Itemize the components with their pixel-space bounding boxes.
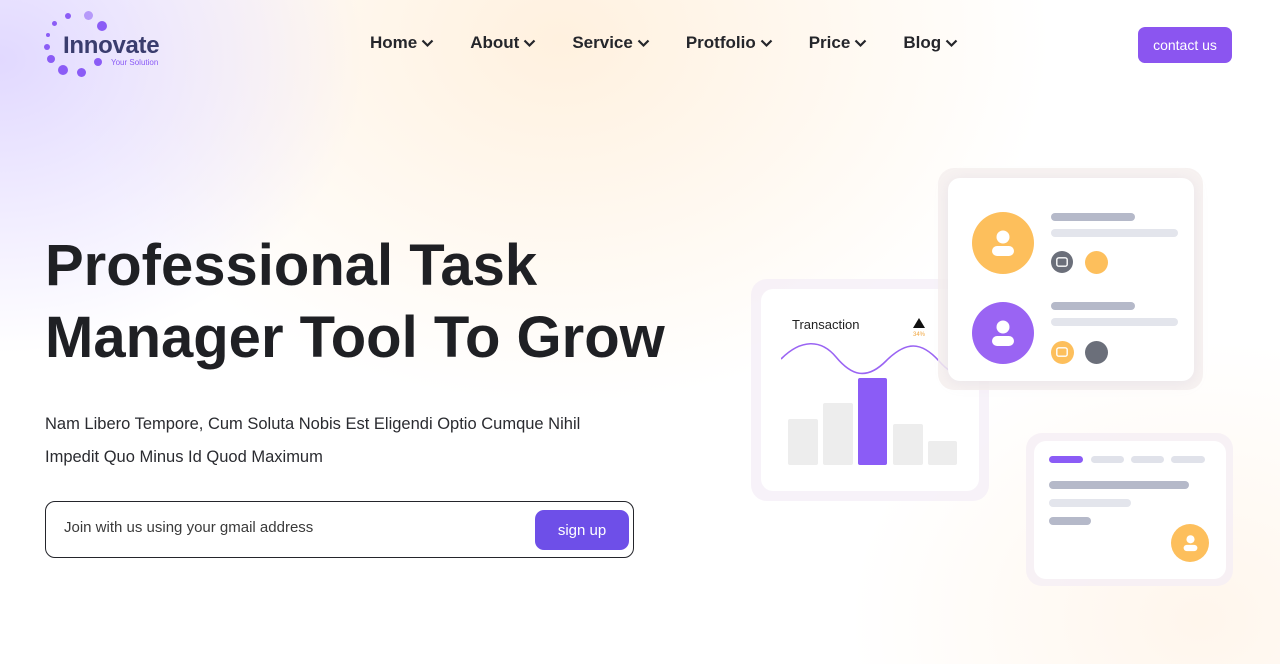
chevron-down-icon	[760, 39, 772, 47]
logo-dot	[47, 55, 55, 63]
chevron-down-icon	[637, 39, 650, 47]
contact-us-button[interactable]: contact us	[1138, 27, 1232, 63]
user-icon	[992, 320, 1014, 346]
progress-segment	[1091, 456, 1124, 463]
hero-title: Professional Task Manager Tool To Grow	[45, 230, 745, 374]
logo-dot	[97, 21, 107, 31]
hero-desc-line2: Impedit Quo Minus Id Quod Maximum	[45, 448, 323, 466]
status-dot	[1085, 341, 1108, 364]
nav-item-label: Home	[370, 33, 418, 52]
placeholder-line	[1051, 229, 1178, 237]
placeholder-line	[1051, 318, 1178, 326]
main-nav: Home About Service Protfolio Price Blog	[370, 33, 994, 53]
logo-dot	[84, 11, 93, 20]
sign-up-button[interactable]: sign up	[535, 510, 629, 550]
placeholder-line	[1051, 302, 1135, 310]
nav-item-label: About	[470, 33, 520, 52]
user-icon	[992, 230, 1014, 256]
placeholder-line	[1049, 517, 1091, 525]
arrow-up-icon	[913, 318, 925, 328]
users-card	[948, 178, 1194, 381]
email-input[interactable]	[64, 519, 504, 536]
nav-item-label: Blog	[903, 33, 942, 52]
placeholder-line	[1049, 481, 1189, 489]
nav-item-label: Price	[808, 33, 851, 52]
task-card	[1034, 441, 1226, 579]
chart-bar	[823, 403, 853, 465]
placeholder-line	[1049, 499, 1131, 507]
progress-segment	[1049, 456, 1083, 463]
progress-segment	[1131, 456, 1164, 463]
chevron-down-icon	[421, 39, 434, 47]
chat-icon	[1051, 251, 1073, 273]
nav-item-about[interactable]: About	[470, 33, 536, 53]
placeholder-line	[1051, 213, 1135, 221]
nav-item-price[interactable]: Price	[809, 33, 868, 53]
nav-item-label: Service	[572, 33, 633, 52]
avatar	[1171, 524, 1209, 562]
logo-dot	[77, 68, 86, 77]
hero-title-line1: Professional Task	[45, 233, 538, 298]
chevron-down-icon	[855, 39, 867, 47]
logo-dot	[58, 65, 68, 75]
nav-item-portfolio[interactable]: Protfolio	[686, 33, 773, 53]
user-icon	[1183, 535, 1198, 552]
status-dot	[1085, 251, 1108, 274]
nav-item-service[interactable]: Service	[572, 33, 650, 53]
avatar	[972, 302, 1034, 364]
nav-item-blog[interactable]: Blog	[903, 33, 958, 53]
chevron-down-icon	[945, 39, 958, 47]
hero-description: Nam Libero Tempore, Cum Soluta Nobis Est…	[45, 408, 645, 474]
logo-title: Innovate	[63, 32, 160, 59]
chart-bar	[893, 424, 923, 465]
nav-item-label: Protfolio	[685, 33, 756, 52]
chevron-down-icon	[524, 39, 536, 47]
chart-bar	[858, 378, 887, 465]
logo-dot	[46, 33, 50, 37]
signup-form: sign up	[45, 501, 634, 558]
logo-dot	[44, 44, 50, 50]
chat-icon	[1056, 347, 1068, 357]
progress-segment	[1171, 456, 1205, 463]
chart-bar	[928, 441, 957, 465]
logo[interactable]: Innovate Your Solution	[44, 10, 184, 80]
logo-dot	[65, 13, 71, 19]
nav-item-home[interactable]: Home	[370, 33, 434, 53]
hero-desc-line1: Nam Libero Tempore, Cum Soluta Nobis Est…	[45, 415, 581, 433]
logo-tagline: Your Solution	[111, 58, 159, 67]
chat-icon	[1051, 341, 1074, 364]
transaction-change: 34%	[913, 332, 926, 338]
chart-bar	[788, 419, 818, 465]
logo-dot	[52, 21, 57, 26]
hero-title-line2: Manager Tool To Grow	[45, 305, 665, 370]
avatar	[972, 212, 1034, 274]
transaction-label: Transaction	[792, 317, 860, 332]
chat-icon	[1056, 257, 1068, 267]
